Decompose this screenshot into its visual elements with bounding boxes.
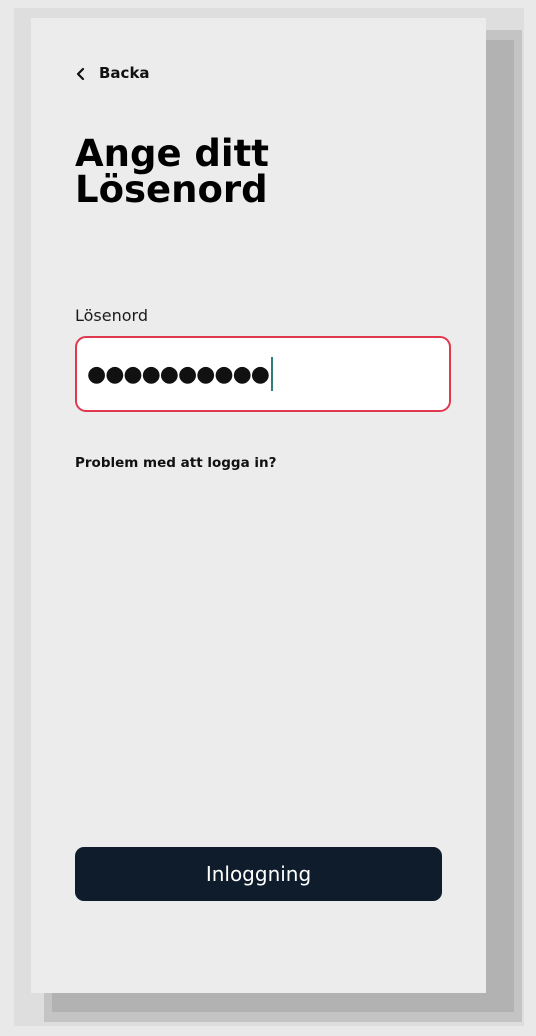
- password-input[interactable]: ●●●●●●●●●●: [75, 336, 451, 412]
- login-help-link[interactable]: Problem med att logga in?: [75, 455, 276, 471]
- password-label: Lösenord: [75, 306, 148, 325]
- back-button[interactable]: Backa: [75, 64, 150, 82]
- login-screen: Backa Ange ditt Lösenord Lösenord ●●●●●●…: [31, 18, 486, 993]
- chevron-left-icon: [75, 66, 87, 81]
- back-label: Backa: [99, 64, 150, 82]
- password-value: ●●●●●●●●●●: [87, 361, 270, 387]
- page-title: Ange ditt Lösenord: [75, 132, 269, 211]
- text-caret: [270, 357, 273, 391]
- login-button[interactable]: Inloggning: [75, 847, 442, 901]
